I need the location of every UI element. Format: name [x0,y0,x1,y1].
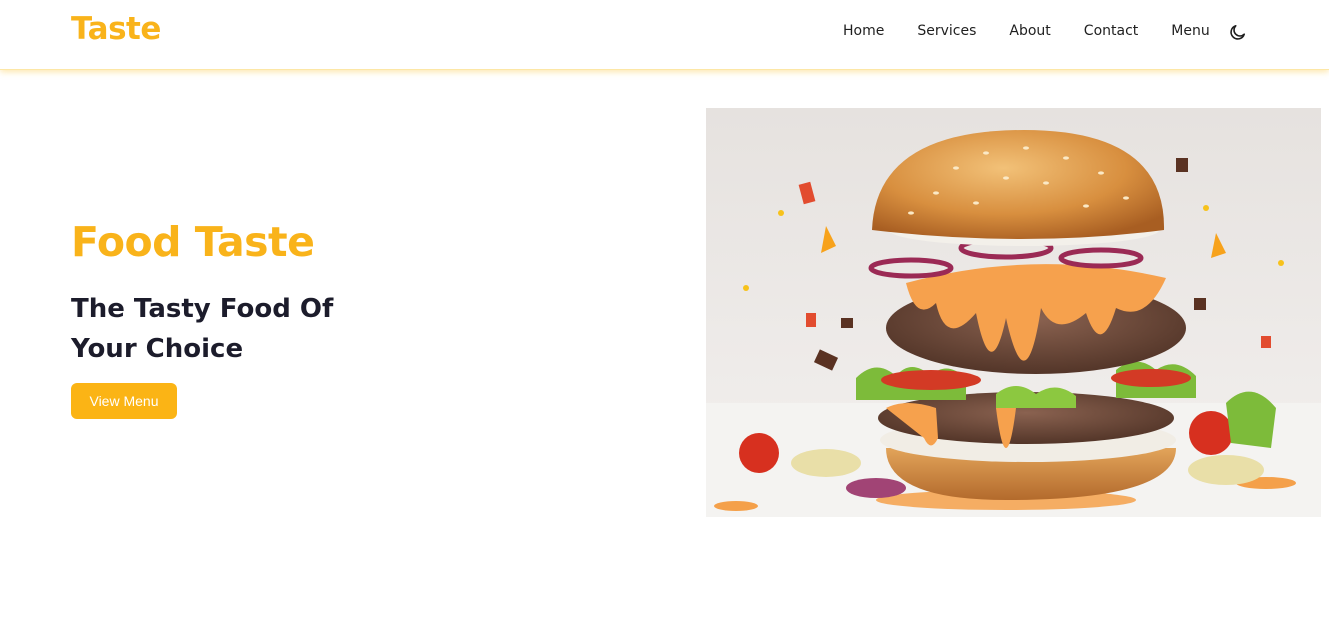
nav-home-link[interactable]: Home [843,22,884,40]
site-header: Taste Home Services About Contact Menu [0,0,1329,70]
nav-about-link[interactable]: About [1009,22,1050,40]
burger-photo-icon [706,108,1321,517]
moon-icon [1230,24,1246,40]
brand-logo[interactable]: Taste [71,11,161,47]
nav-menu-link[interactable]: Menu [1171,22,1209,40]
nav-services-link[interactable]: Services [917,22,976,40]
nav-contact-link[interactable]: Contact [1084,22,1138,40]
hero-title: The Tasty Food Of Your Choice [71,294,334,364]
hero-burger-image [706,108,1321,517]
view-menu-button[interactable]: View Menu [71,383,177,419]
hero-subtitle: Food Taste [71,218,315,266]
theme-toggle-button[interactable] [1228,22,1248,42]
main-nav: Home Services About Contact Menu [843,20,1248,42]
